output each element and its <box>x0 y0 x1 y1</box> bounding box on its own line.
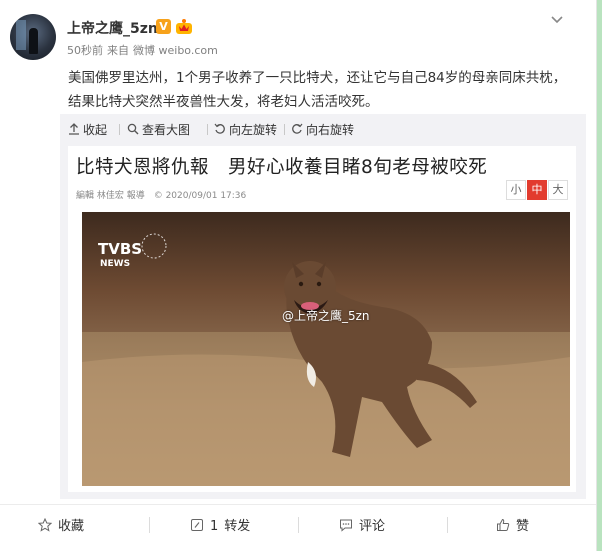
rotate-right-icon <box>292 123 303 134</box>
favorite-button[interactable]: 收藏 <box>37 515 85 534</box>
news-byline: 編輯 林佳宏 報導 © 2020/09/01 17:36 <box>76 191 247 201</box>
tvbs-logo-text: TVBS <box>98 240 142 258</box>
avatar-figure <box>29 28 38 54</box>
star-icon <box>37 517 53 532</box>
view-large-label: 查看大图 <box>142 123 191 137</box>
rotate-left-icon <box>214 123 225 134</box>
post-meta: 50秒前 来自 微博 weibo.com <box>67 42 222 58</box>
like-label: 赞 <box>516 519 530 534</box>
action-divider <box>149 517 150 533</box>
rotate-right-button[interactable]: 向右旋转 <box>291 121 354 138</box>
news-headline: 比特犬恩將仇報 男好心收養目睹8旬老母被咬死 <box>76 157 488 178</box>
font-size-small: 小 <box>506 180 526 200</box>
chevron-down-icon[interactable] <box>548 10 566 28</box>
action-divider <box>447 517 448 533</box>
news-image[interactable]: 比特犬恩將仇報 男好心收養目睹8旬老母被咬死 編輯 林佳宏 報導 © 2020/… <box>68 146 576 492</box>
dog-photo: TVBS NEWS @上帝之鹰_5zn <box>82 212 570 486</box>
toolbar-divider <box>119 124 120 135</box>
toolbar-divider <box>207 124 208 135</box>
comment-button[interactable]: 评论 <box>339 515 385 534</box>
repost-button[interactable]: 1 转发 <box>190 515 250 534</box>
search-icon <box>127 123 139 135</box>
rotate-right-label: 向右旋转 <box>306 123 355 137</box>
font-size-large: 大 <box>548 180 568 200</box>
action-bar: 收藏 1 转发 评论 赞 <box>0 504 596 545</box>
upload-arrow-icon <box>69 123 79 135</box>
repost-count: 1 <box>210 519 219 534</box>
view-large-button[interactable]: 查看大图 <box>127 121 190 138</box>
tvbs-logo: TVBS NEWS <box>98 233 167 269</box>
action-divider <box>298 517 299 533</box>
member-crown-icon <box>176 19 192 34</box>
collapse-label: 收起 <box>83 123 108 137</box>
weibo-post-card: 上帝之鹰_5zn V 50秒前 来自 微博 weibo.com 美国佛罗里达州，1个… <box>0 0 597 551</box>
toolbar-divider <box>284 124 285 135</box>
tvbs-logo-sub: NEWS <box>100 259 130 269</box>
comment-label: 评论 <box>359 519 386 534</box>
repost-icon <box>191 519 203 531</box>
like-button[interactable]: 赞 <box>496 515 529 534</box>
comment-icon <box>340 519 352 532</box>
font-size-medium: 中 <box>527 180 547 200</box>
thumbs-up-icon <box>497 518 510 531</box>
favorite-label: 收藏 <box>58 519 85 534</box>
post-text: 美国佛罗里达州，1个男子收养了一只比特犬，还让它与自己84岁的母亲同床共枕，结果… <box>68 70 567 110</box>
verified-badge-icon: V <box>156 19 171 34</box>
collapse-button[interactable]: 收起 <box>68 121 107 138</box>
post-source[interactable]: 微博 weibo.com <box>133 44 218 57</box>
post-source-prefix: 来自 <box>107 44 129 57</box>
rotate-left-label: 向左旋转 <box>229 123 278 137</box>
repost-label: 转发 <box>224 519 251 534</box>
username-link[interactable]: 上帝之鹰_5zn <box>67 18 158 38</box>
avatar[interactable] <box>10 14 56 60</box>
media-toolbar: 收起 查看大图 向左旋转 向右旋转 <box>60 114 586 144</box>
weibo-watermark: @上帝之鹰_5zn <box>282 309 370 323</box>
rotate-left-button[interactable]: 向左旋转 <box>214 121 277 138</box>
avatar-glow <box>16 20 26 50</box>
post-time[interactable]: 50秒前 <box>67 44 103 57</box>
media-expanded-box: 收起 查看大图 向左旋转 向右旋转 比特犬恩將仇報 男好心收養目睹8旬老母被咬死… <box>60 114 586 499</box>
